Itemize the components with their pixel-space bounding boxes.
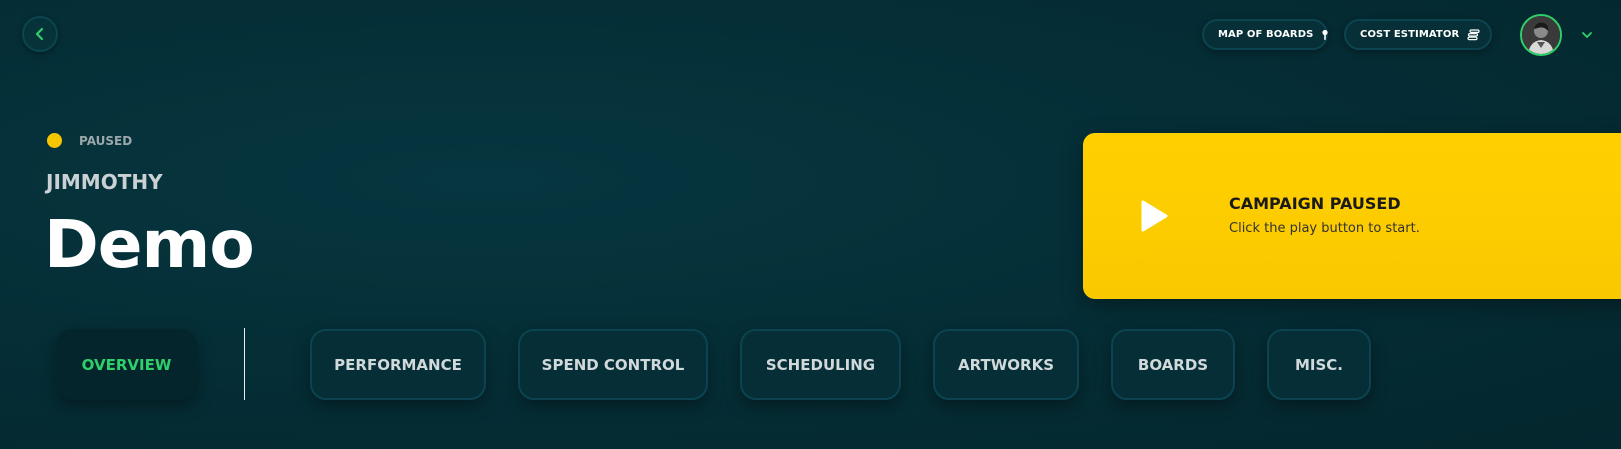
avatar-image	[1522, 16, 1560, 54]
tab-performance[interactable]: PERFORMANCE	[310, 329, 486, 400]
campaign-status: PAUSED	[79, 134, 133, 148]
campaign-paused-card: CAMPAIGN PAUSED Click the play button to…	[1083, 133, 1621, 299]
chevron-down-icon	[1582, 32, 1592, 38]
chevron-left-icon	[35, 27, 44, 41]
coins-icon	[1467, 28, 1480, 41]
page-title: Demo	[44, 206, 255, 283]
tab-overview[interactable]: OVERVIEW	[56, 329, 197, 400]
tab-artworks[interactable]: ARTWORKS	[933, 329, 1079, 400]
map-of-boards-button[interactable]: MAP OF BOARDS	[1202, 19, 1329, 50]
cost-estimator-label: COST ESTIMATOR	[1360, 29, 1460, 40]
user-avatar[interactable]	[1520, 14, 1562, 56]
tab-spend-control[interactable]: SPEND CONTROL	[518, 329, 708, 400]
campaign-page: MAP OF BOARDS COST ESTIMATOR PAUSED JIMM…	[0, 0, 1621, 449]
cost-estimator-button[interactable]: COST ESTIMATOR	[1344, 19, 1492, 50]
paused-subtext: Click the play button to start.	[1229, 221, 1420, 236]
map-of-boards-label: MAP OF BOARDS	[1218, 29, 1314, 40]
back-button[interactable]	[22, 16, 58, 52]
paused-heading: CAMPAIGN PAUSED	[1229, 194, 1401, 213]
tab-boards[interactable]: BOARDS	[1111, 329, 1235, 400]
pin-icon	[1321, 29, 1329, 41]
tab-divider	[244, 328, 245, 400]
status-dot-icon	[47, 133, 62, 148]
play-icon	[1141, 200, 1168, 232]
account-menu-toggle[interactable]	[1580, 28, 1594, 42]
tab-misc[interactable]: MISC.	[1267, 329, 1371, 400]
play-button[interactable]	[1133, 196, 1173, 236]
tab-scheduling[interactable]: SCHEDULING	[740, 329, 901, 400]
client-name: JIMMOTHY	[46, 170, 163, 194]
